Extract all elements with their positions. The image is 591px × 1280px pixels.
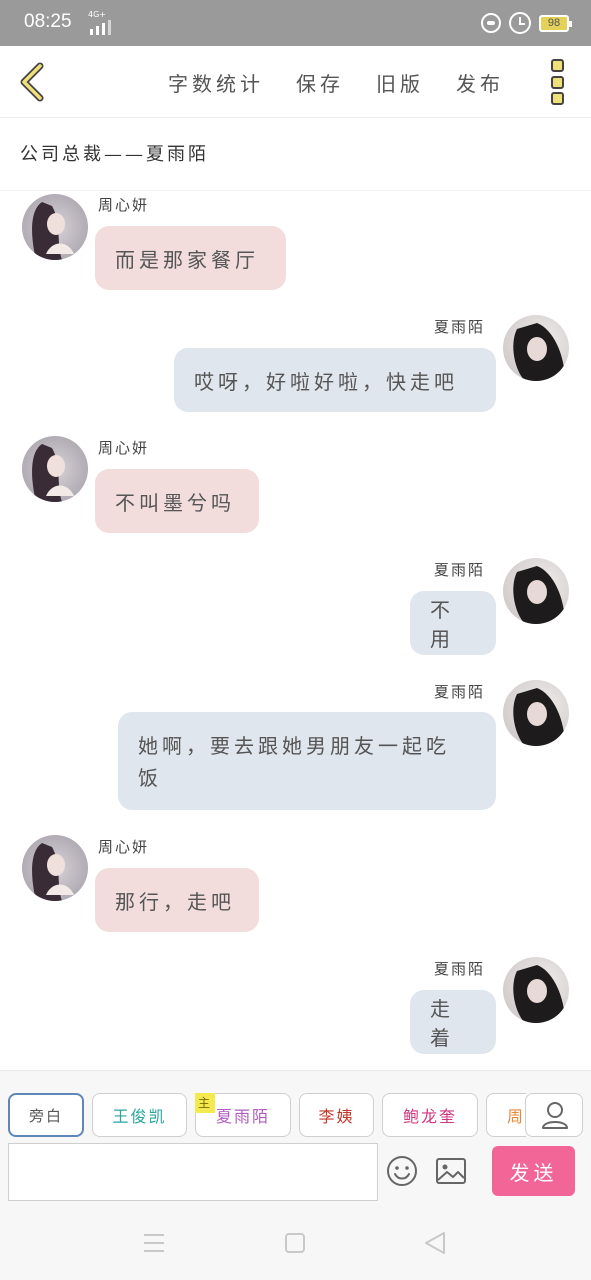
menu-dot-icon [551,75,564,89]
avatar[interactable] [503,315,569,381]
character-chip-main[interactable]: 主 夏雨陌 [195,1093,291,1137]
avatar[interactable] [503,558,569,624]
character-label: 周 [507,1107,526,1126]
speaker-name: 周心妍 [98,196,150,214]
battery-icon: 98 [539,14,572,32]
avatar[interactable] [22,194,88,260]
speaker-name: 夏雨陌 [434,318,486,336]
chevron-left-icon [20,62,44,102]
old-version-button[interactable]: 旧版 [376,68,424,97]
speaker-name: 周心妍 [98,439,150,457]
save-button[interactable]: 保存 [296,68,344,97]
composer-panel: 旁白 王俊凯 主 夏雨陌 李姨 鲍龙奎 周 发送 [0,1070,591,1206]
message-bubble[interactable]: 不用 [410,591,496,655]
send-button[interactable]: 发送 [492,1146,575,1196]
home-icon[interactable] [285,1233,305,1253]
avatar[interactable] [22,835,88,901]
speaker-name: 夏雨陌 [434,561,486,579]
back-button[interactable] [14,60,54,104]
person-icon [542,1102,568,1129]
avatar[interactable] [22,436,88,502]
speaker-name: 夏雨陌 [434,960,486,978]
alarm-icon [509,12,531,34]
story-title: 公司总裁——夏雨陌 [20,144,209,165]
network-type: 4G+ [88,10,106,19]
character-chip[interactable]: 周 [486,1093,526,1137]
system-nav-bar [0,1206,591,1280]
character-chip[interactable]: 王俊凯 [92,1093,187,1137]
message-bubble[interactable]: 哎呀，好啦好啦，快走吧 [174,348,496,412]
message-bubble[interactable]: 不叫墨兮吗 [95,469,259,533]
character-label: 王俊凯 [112,1107,167,1126]
character-label: 夏雨陌 [215,1107,270,1126]
back-nav-icon[interactable] [425,1232,445,1254]
menu-icon[interactable] [144,1234,164,1252]
message-bubble[interactable]: 走着 [410,990,496,1054]
status-bar: 08:25 4G+ 98 [0,0,591,46]
speaker-name: 夏雨陌 [434,683,486,701]
speaker-name: 周心妍 [98,838,150,856]
character-chip[interactable]: 李姨 [299,1093,374,1137]
status-time: 08:25 [24,11,72,32]
publish-button[interactable]: 发布 [456,68,504,97]
image-icon[interactable] [435,1157,467,1185]
character-chip[interactable]: 鲍龙奎 [382,1093,478,1137]
word-count-button[interactable]: 字数统计 [168,68,264,97]
character-label: 旁白 [28,1106,63,1125]
menu-dot-icon [551,59,564,72]
character-chip-narrator[interactable]: 旁白 [8,1093,84,1137]
emoji-icon[interactable] [386,1155,418,1187]
message-bubble[interactable]: 那行，走吧 [95,868,259,932]
main-role-badge: 主 [195,1093,215,1113]
manage-characters-button[interactable] [525,1093,583,1137]
top-toolbar: 字数统计 保存 旧版 发布 [0,46,591,118]
data-saver-icon [481,13,501,33]
message-line: 饭 [138,766,162,790]
menu-dot-icon [551,92,564,105]
divider [0,190,591,191]
message-input[interactable] [8,1143,378,1201]
signal-icon [90,20,111,35]
character-label: 鲍龙奎 [402,1107,457,1126]
more-menu-button[interactable] [551,59,565,105]
message-bubble[interactable]: 她啊，要去跟她男朋友一起吃 饭 [118,712,496,810]
message-line: 她啊，要去跟她男朋友一起吃 [138,734,450,758]
avatar[interactable] [503,680,569,746]
avatar[interactable] [503,957,569,1023]
message-bubble[interactable]: 而是那家餐厅 [95,226,286,290]
character-label: 李姨 [318,1107,355,1126]
